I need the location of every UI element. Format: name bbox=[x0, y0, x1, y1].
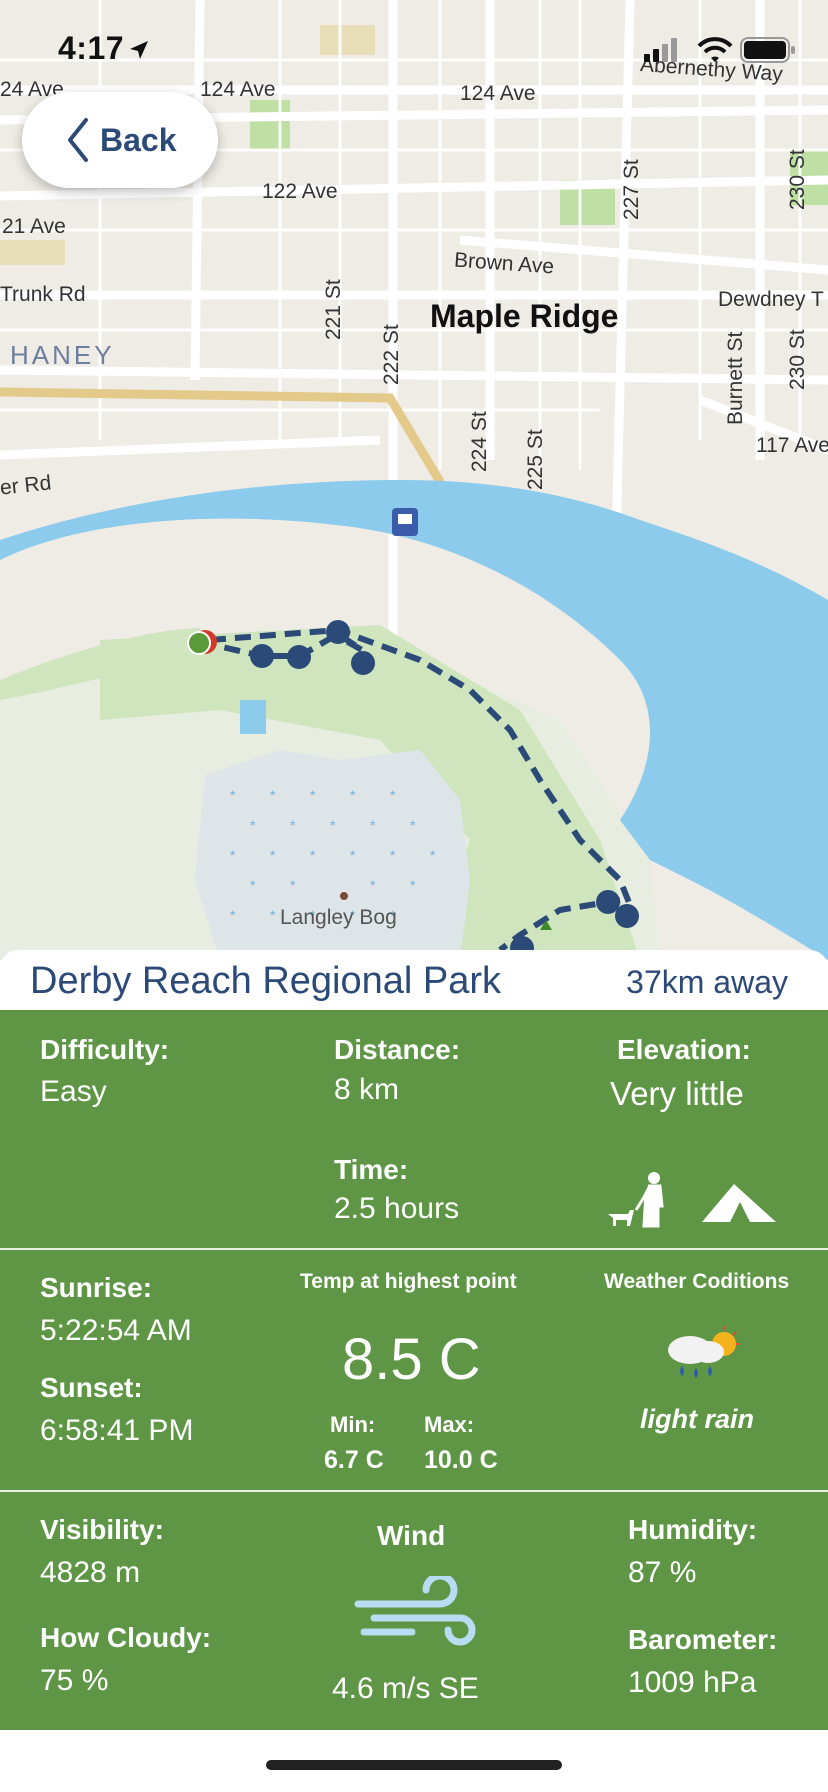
how-cloudy-value: 75 % bbox=[40, 1664, 109, 1697]
map-label-dewdney: Dewdney T bbox=[718, 288, 824, 311]
svg-text:*: * bbox=[310, 847, 316, 863]
humidity-label: Humidity: bbox=[628, 1514, 758, 1545]
map-label-langley-bog: Langley Bog bbox=[280, 906, 397, 929]
svg-text:*: * bbox=[290, 877, 296, 893]
svg-text:*: * bbox=[430, 847, 436, 863]
time-value: 2.5 hours bbox=[334, 1192, 460, 1225]
dog-walker-icon bbox=[608, 1172, 664, 1228]
svg-text:*: * bbox=[250, 877, 256, 893]
map-label-117-ave: 117 Ave bbox=[756, 434, 828, 457]
svg-text:*: * bbox=[270, 787, 276, 803]
time-label: Time: bbox=[334, 1154, 409, 1185]
svg-text:*: * bbox=[390, 787, 396, 803]
sunset-label: Sunset: bbox=[40, 1372, 143, 1403]
section-divider-2 bbox=[0, 1490, 828, 1492]
svg-text:*: * bbox=[270, 847, 276, 863]
sunset-value: 6:58:41 PM bbox=[40, 1414, 194, 1447]
svg-text:*: * bbox=[270, 907, 276, 923]
map-label-burnett-st: Burnett St bbox=[724, 331, 747, 425]
svg-text:*: * bbox=[410, 877, 416, 893]
svg-text:*: * bbox=[370, 877, 376, 893]
map-label-227-st: 227 St bbox=[620, 159, 643, 220]
weather-conditions-label: Weather Coditions bbox=[604, 1270, 790, 1293]
distance-label: Distance: bbox=[334, 1034, 461, 1065]
how-cloudy-label: How Cloudy: bbox=[40, 1622, 212, 1653]
wind-value: 4.6 m/s SE bbox=[332, 1672, 479, 1705]
svg-text:*: * bbox=[250, 817, 256, 833]
status-time: 4:17 bbox=[58, 30, 125, 66]
home-indicator[interactable] bbox=[266, 1760, 562, 1770]
elevation-label: Elevation: bbox=[617, 1034, 751, 1065]
battery-icon bbox=[740, 37, 795, 63]
map-label-230-st: 230 St bbox=[786, 329, 809, 390]
back-button[interactable]: Back bbox=[22, 92, 218, 188]
map-label-maple-ridge: Maple Ridge bbox=[430, 298, 619, 334]
barometer-label: Barometer: bbox=[628, 1624, 778, 1655]
visibility-label: Visibility: bbox=[40, 1514, 164, 1545]
svg-text:*: * bbox=[350, 847, 356, 863]
cellular-signal-icon bbox=[644, 38, 677, 62]
humidity-value: 87 % bbox=[628, 1556, 697, 1589]
location-arrow-icon bbox=[130, 41, 148, 59]
status-bar: 4:17 bbox=[0, 0, 828, 100]
svg-text:*: * bbox=[230, 787, 236, 803]
sunrise-label: Sunrise: bbox=[40, 1272, 153, 1303]
chevron-left-icon bbox=[68, 118, 88, 162]
barometer-value: 1009 hPa bbox=[628, 1666, 757, 1699]
difficulty-label: Difficulty: bbox=[40, 1034, 170, 1065]
map-label-225-st: 225 St bbox=[524, 429, 547, 490]
map-label-224-st: 224 St bbox=[468, 411, 491, 472]
svg-text:*: * bbox=[230, 907, 236, 923]
wind-icon bbox=[354, 1576, 476, 1646]
svg-text:*: * bbox=[310, 787, 316, 803]
map-label-221-st: 221 St bbox=[322, 279, 345, 340]
visibility-value: 4828 m bbox=[40, 1556, 141, 1589]
sunrise-value: 5:22:54 AM bbox=[40, 1314, 192, 1347]
rain-sun-icon bbox=[668, 1326, 740, 1378]
temp-value: 8.5 C bbox=[342, 1327, 481, 1392]
svg-text:*: * bbox=[230, 847, 236, 863]
wind-label: Wind bbox=[377, 1520, 446, 1551]
min-temp-value: 6.7 C bbox=[324, 1446, 384, 1474]
weather-conditions-value: light rain bbox=[640, 1404, 754, 1434]
svg-text:*: * bbox=[330, 817, 336, 833]
back-button-label: Back bbox=[100, 121, 177, 158]
svg-text:*: * bbox=[410, 817, 416, 833]
trail-info-panel: Difficulty: Easy Distance: 8 km Elevatio… bbox=[0, 1010, 828, 1730]
park-name: Derby Reach Regional Park bbox=[30, 960, 502, 1002]
map-label-trunk-rd: Trunk Rd bbox=[0, 283, 86, 306]
section-divider bbox=[0, 1248, 828, 1250]
park-distance-away: 37km away bbox=[626, 964, 788, 1000]
map-label-121-ave: 21 Ave bbox=[2, 215, 66, 238]
svg-text:*: * bbox=[290, 817, 296, 833]
svg-text:*: * bbox=[350, 787, 356, 803]
distance-value: 8 km bbox=[334, 1073, 400, 1106]
wifi-icon bbox=[697, 37, 733, 62]
map-label-230-st-top: 230 St bbox=[786, 149, 809, 210]
max-temp-value: 10.0 C bbox=[424, 1446, 498, 1474]
max-temp-label: Max: bbox=[424, 1412, 475, 1437]
svg-text:*: * bbox=[390, 847, 396, 863]
tent-icon bbox=[702, 1184, 776, 1222]
elevation-value: Very little bbox=[610, 1075, 744, 1112]
map-label-122-ave: 122 Ave bbox=[262, 180, 338, 203]
temp-label: Temp at highest point bbox=[300, 1270, 517, 1293]
map-label-haney: HANEY bbox=[10, 340, 115, 370]
map-label-222-st: 222 St bbox=[380, 324, 403, 385]
svg-text:*: * bbox=[370, 817, 376, 833]
park-title-bar: Derby Reach Regional Park 37km away bbox=[0, 950, 828, 1010]
difficulty-value: Easy bbox=[40, 1075, 107, 1108]
min-temp-label: Min: bbox=[330, 1412, 376, 1437]
